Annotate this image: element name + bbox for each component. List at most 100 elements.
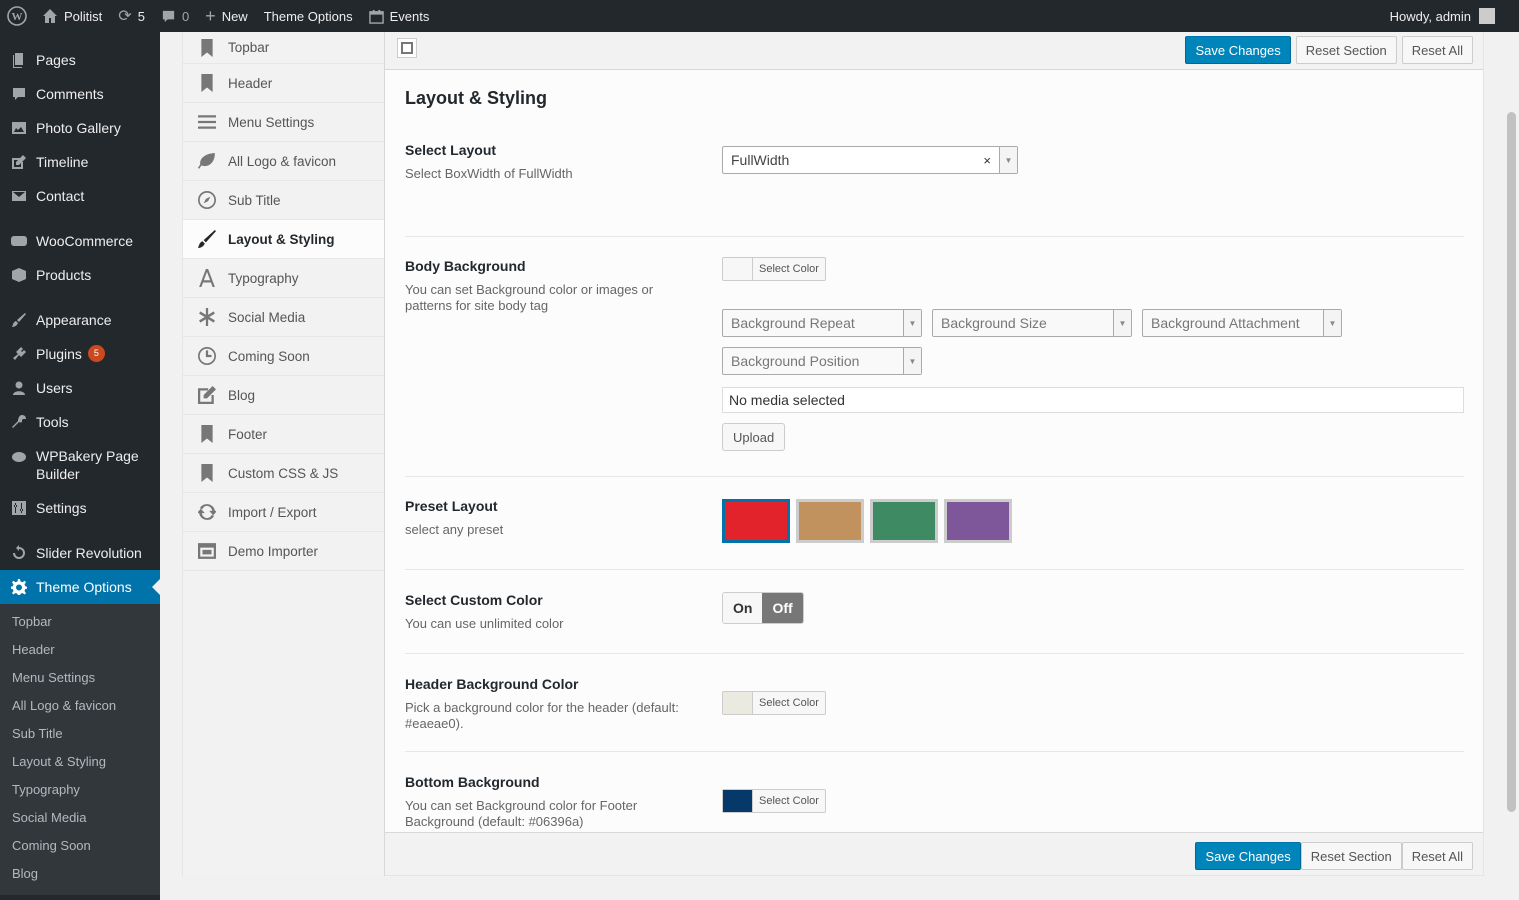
switch-on[interactable]: On [723, 593, 763, 623]
menu-users[interactable]: Users [0, 371, 160, 405]
menu-photo-gallery[interactable]: Photo Gallery [0, 111, 160, 145]
submenu-typography[interactable]: Typography [0, 776, 160, 804]
menu-label: Tools [36, 414, 69, 430]
section-demo-importer[interactable]: Demo Importer [183, 532, 384, 571]
menu-pages[interactable]: Pages [0, 32, 160, 77]
section-label: Layout & Styling [228, 231, 335, 247]
preset-purple[interactable] [944, 499, 1012, 543]
menu-slider-revolution[interactable]: Slider Revolution [0, 536, 160, 570]
menu-tools[interactable]: Tools [0, 405, 160, 439]
menu-plugins[interactable]: Plugins 5 [0, 337, 160, 371]
expand-options-button[interactable] [397, 38, 417, 58]
section-logo-favicon[interactable]: All Logo & favicon [183, 142, 384, 181]
bg-size-select[interactable]: Background Size ▼ [932, 309, 1132, 337]
layout-select[interactable]: FullWidth × ▼ [722, 146, 1018, 174]
envelope-icon [10, 187, 28, 205]
body-bg-color-picker[interactable]: Select Color [722, 257, 826, 281]
color-swatch [723, 258, 753, 280]
reset-section-button[interactable]: Reset Section [1300, 842, 1402, 870]
reset-all-button[interactable]: Reset All [1401, 36, 1473, 64]
submenu-menu-settings[interactable]: Menu Settings [0, 664, 160, 692]
preset-red[interactable] [722, 499, 790, 543]
media-url-input[interactable]: No media selected [722, 387, 1464, 413]
header-bg-color-button[interactable]: Select Color [722, 691, 826, 715]
section-footer[interactable]: Footer [183, 415, 384, 454]
layout-select-box[interactable]: FullWidth × ▼ [722, 146, 1018, 174]
save-changes-button[interactable]: Save Changes [1195, 842, 1301, 870]
field-label: Select Custom Color You can use unlimite… [405, 592, 705, 632]
menu-appearance[interactable]: Appearance [0, 303, 160, 337]
menu-label: Appearance [36, 312, 112, 328]
plus-icon: + [205, 5, 216, 26]
preset-tan[interactable] [796, 499, 864, 543]
theme-options-link[interactable]: Theme Options [256, 0, 361, 32]
reset-section-button[interactable]: Reset Section [1295, 36, 1397, 64]
section-menu-settings[interactable]: Menu Settings [183, 103, 384, 142]
gear-icon [10, 578, 28, 596]
custom-color-switch[interactable]: On Off [722, 592, 804, 624]
font-icon [197, 268, 217, 288]
layout-select-value: FullWidth [731, 152, 790, 168]
submenu-layout-styling[interactable]: Layout & Styling [0, 748, 160, 776]
chevron-down-icon[interactable]: ▼ [999, 147, 1017, 173]
color-swatch [723, 790, 753, 812]
preset-green[interactable] [870, 499, 938, 543]
clear-icon[interactable]: × [983, 153, 991, 168]
section-coming-soon[interactable]: Coming Soon [183, 337, 384, 376]
new-content-link[interactable]: + New [197, 0, 256, 32]
section-social-media[interactable]: Social Media [183, 298, 384, 337]
events-link[interactable]: Events [361, 0, 438, 32]
site-name-link[interactable]: Politist [34, 0, 110, 32]
menu-woocommerce[interactable]: WooCommerce [0, 224, 160, 258]
switch-off[interactable]: Off [762, 593, 803, 623]
section-custom-css-js[interactable]: Custom CSS & JS [183, 454, 384, 493]
select-color-label: Select Color [759, 795, 819, 807]
select-placeholder: Background Position [731, 353, 860, 369]
bg-position-select[interactable]: Background Position ▼ [722, 347, 922, 375]
submenu-coming-soon[interactable]: Coming Soon [0, 832, 160, 860]
submenu-blog[interactable]: Blog [0, 860, 160, 888]
menu-contact[interactable]: Contact [0, 179, 160, 213]
reset-all-button[interactable]: Reset All [1401, 842, 1473, 870]
scrollbar-thumb[interactable] [1507, 112, 1516, 812]
my-account-link[interactable]: Howdy, admin [1382, 0, 1519, 32]
bottom-bg-color-button[interactable]: Select Color [722, 789, 826, 813]
bottom-bg-color-picker[interactable]: Select Color [722, 789, 826, 813]
section-topbar[interactable]: Topbar [183, 32, 384, 64]
edit-icon [10, 153, 28, 171]
field-title: Preset Layout [405, 498, 498, 514]
header-bg-color-picker[interactable]: Select Color [722, 691, 826, 715]
menu-comments[interactable]: Comments [0, 77, 160, 111]
upload-button[interactable]: Upload [722, 423, 786, 451]
section-blog[interactable]: Blog [183, 376, 384, 415]
section-import-export[interactable]: Import / Export [183, 493, 384, 532]
section-layout-styling[interactable]: Layout & Styling [183, 220, 384, 259]
menu-products[interactable]: Products [0, 258, 160, 292]
submenu-header[interactable]: Header [0, 636, 160, 664]
menu-theme-options[interactable]: Theme Options [0, 570, 160, 604]
bg-attachment-select[interactable]: Background Attachment ▼ [1142, 309, 1342, 337]
menu-label: Photo Gallery [36, 120, 121, 136]
submenu-topbar[interactable]: Topbar [0, 608, 160, 636]
menu-timeline[interactable]: Timeline [0, 145, 160, 179]
comments-link[interactable]: 0 [153, 0, 197, 32]
updates-link[interactable]: ⟳ 5 [110, 0, 153, 32]
menu-wpbakery[interactable]: WPBakery Page Builder [0, 439, 160, 491]
top-actions: Save Changes Reset Section Reset All [1185, 36, 1473, 64]
menu-settings[interactable]: Settings [0, 491, 160, 525]
submenu-social-media[interactable]: Social Media [0, 804, 160, 832]
submenu-logo-favicon[interactable]: All Logo & favicon [0, 692, 160, 720]
section-header[interactable]: Header [183, 64, 384, 103]
bg-repeat-select[interactable]: Background Repeat ▼ [722, 309, 922, 337]
submenu-sub-title[interactable]: Sub Title [0, 720, 160, 748]
body-bg-color-button[interactable]: Select Color [722, 257, 826, 281]
menu-label: WooCommerce [36, 233, 133, 249]
page-scrollbar[interactable] [1504, 32, 1519, 900]
field-title: Select Layout [405, 142, 497, 158]
on-off-toggle[interactable]: On Off [722, 592, 804, 624]
save-changes-button[interactable]: Save Changes [1185, 36, 1291, 64]
section-typography[interactable]: Typography [183, 259, 384, 298]
section-label: Coming Soon [228, 348, 310, 364]
section-sub-title[interactable]: Sub Title [183, 181, 384, 220]
wordpress-logo-icon[interactable]: W [0, 0, 34, 32]
